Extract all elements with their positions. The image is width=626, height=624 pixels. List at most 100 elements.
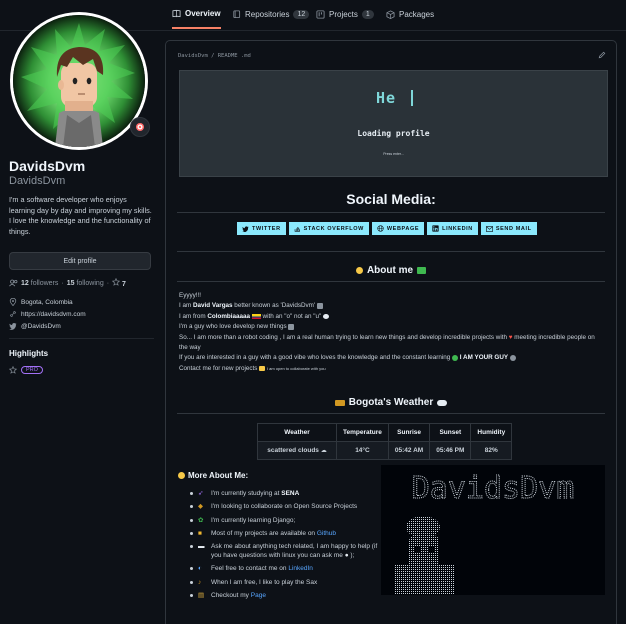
- ghost-icon: [316, 302, 323, 309]
- sidebar-divider: [9, 338, 154, 339]
- mail-badge[interactable]: SEND MAIL: [480, 222, 537, 235]
- about-line: Contact me for new projects I am open to…: [179, 364, 604, 374]
- stars-count: 7: [122, 281, 126, 288]
- about-text-part: I am: [179, 302, 193, 310]
- github-link[interactable]: Github: [317, 530, 336, 537]
- handshake-icon: ◆: [198, 503, 203, 511]
- list-text: );: [348, 552, 355, 560]
- weather-value-row: scattered clouds ☁ 14°C 05:42 AM 05:46 P…: [257, 441, 513, 460]
- banner-cursor: [411, 90, 413, 106]
- about-line: Eyyyy!!!: [179, 292, 202, 299]
- about-text-part: better known as 'DavidsDvm': [232, 302, 316, 310]
- gear-icon: [509, 354, 516, 361]
- highlights-title: Highlights: [9, 349, 49, 358]
- list-text: Most of my projects are available on: [211, 529, 317, 537]
- list-item-text: Ask me about anything tech related, I am…: [211, 542, 380, 560]
- status-badge[interactable]: [130, 117, 150, 137]
- about-title: About me: [366, 265, 414, 276]
- pencil-icon[interactable]: [598, 51, 606, 59]
- weather-header: Temperature: [336, 423, 389, 442]
- bullet: [190, 580, 193, 584]
- following-count: 15: [66, 279, 75, 287]
- list-text: Feel free to contact me on: [211, 565, 289, 573]
- star-icon: [9, 366, 17, 374]
- profile-fullname: DavidsDvm: [9, 158, 86, 174]
- page-link[interactable]: Page: [251, 592, 266, 599]
- readme-path[interactable]: DavidsDvm / README .md: [178, 53, 251, 59]
- list-item-text: I'm currently studying at SENA: [211, 489, 299, 498]
- bus-icon: [334, 399, 345, 406]
- bullet: [190, 594, 193, 598]
- stackoverflow-badge[interactable]: STACK OVERFLOW: [288, 222, 369, 235]
- weather-header: Sunrise: [387, 423, 431, 442]
- weather-cell: 05:42 AM: [387, 441, 431, 460]
- pro-badge[interactable]: PRO: [21, 366, 43, 374]
- website-link[interactable]: https://davidsdvm.com: [21, 311, 86, 318]
- divider: [177, 413, 605, 414]
- telescope-icon: ➶: [198, 490, 204, 497]
- weather-table: Weather Temperature Sunrise Sunset Humid…: [257, 423, 513, 460]
- profile-bio: I'm a software developer who enjoys lear…: [9, 195, 152, 236]
- heart-icon: ♥: [508, 333, 513, 341]
- linkedin-badge[interactable]: LINKEDIN: [427, 222, 478, 235]
- technologist-icon: [417, 267, 427, 274]
- followers-link[interactable]: 12 followers: [21, 280, 58, 287]
- cloud-icon: [437, 399, 448, 406]
- twitter-link[interactable]: @DavidsDvm: [21, 323, 61, 330]
- about-highlight: I AM YOUR GUY: [459, 354, 509, 362]
- tab-repositories[interactable]: Repositories 12: [232, 0, 310, 29]
- about-name: David Vargas: [193, 302, 233, 310]
- tab-packages[interactable]: Packages: [386, 0, 434, 29]
- profile-username: DavidsDvm: [9, 175, 66, 187]
- banner-hello: He: [376, 89, 397, 107]
- cloud-icon: [322, 313, 329, 319]
- list-item-text: Checkout my Page: [211, 591, 266, 600]
- about-line: I'm a guy who love develop new things: [179, 322, 604, 332]
- tab-overview[interactable]: Overview: [172, 0, 221, 29]
- saxophone-icon: ♪: [198, 578, 202, 586]
- mail-badge-label: SEND MAIL: [495, 225, 532, 232]
- banner-tiny: Press enter...: [383, 152, 404, 156]
- page-icon: ▤: [198, 592, 205, 600]
- social-title: Social Media:: [346, 191, 436, 207]
- about-small-note: I am open to collaborate with you: [266, 365, 326, 371]
- following-link[interactable]: 15 following: [67, 280, 104, 287]
- about-text-part: So... I am more than a robot coding , I …: [179, 333, 507, 341]
- list-item: ◐ Feel free to contact me on LinkedIn: [190, 564, 380, 573]
- more-about-list: ➶ I'm currently studying at SENA ◆ I'm loo…: [190, 489, 380, 604]
- twitter-icon: [9, 323, 17, 330]
- location-row: Bogota, Colombia: [9, 298, 73, 306]
- weather-cell: 82%: [470, 441, 513, 460]
- list-item: ◆ I'm looking to collaborate on Open Sour…: [190, 502, 380, 511]
- repositories-count: 12: [293, 10, 310, 19]
- edit-profile-button[interactable]: Edit profile: [9, 252, 151, 270]
- about-line: If you are interested in a guy with a go…: [179, 353, 604, 363]
- ascii-title: DavidsDvm: [412, 471, 575, 506]
- website-row: https://davidsdvm.com: [9, 310, 86, 318]
- tab-overview-label: Overview: [185, 9, 221, 18]
- webpage-badge[interactable]: WEBPAGE: [371, 222, 425, 235]
- list-item: ▤ Checkout my Page: [190, 591, 380, 600]
- social-badges: TWITTER STACK OVERFLOW WEBPAGE LINKEDIN …: [237, 222, 537, 235]
- avatar-illustration: [13, 15, 145, 147]
- follow-stats: 12 followers · 15 following · 7: [9, 277, 126, 288]
- list-item: ➶ I'm currently studying at SENA: [190, 489, 380, 498]
- repo-icon: [233, 10, 241, 19]
- about-line: So... I am more than a robot coding , I …: [179, 333, 604, 354]
- bullet: [190, 531, 193, 535]
- target-icon: [136, 123, 144, 131]
- tab-packages-label: Packages: [399, 10, 435, 19]
- list-item: ■ Most of my projects are available on Gi…: [190, 529, 380, 538]
- colombia-flag-icon: [251, 313, 261, 319]
- stars-link[interactable]: 7: [111, 277, 126, 288]
- book-icon: [172, 9, 181, 18]
- linkedin-link[interactable]: LinkedIn: [288, 565, 313, 572]
- folder-icon: ■: [198, 529, 202, 537]
- about-country: Colombiaaaaa: [207, 312, 251, 320]
- tab-projects[interactable]: Projects 1: [316, 0, 374, 29]
- avatar[interactable]: [13, 15, 145, 147]
- linkedin-icon: [432, 225, 439, 232]
- list-text: I'm looking to collaborate on Open Sourc…: [211, 503, 358, 511]
- twitter-badge[interactable]: TWITTER: [237, 222, 286, 235]
- seedling-icon: ✿: [198, 516, 204, 524]
